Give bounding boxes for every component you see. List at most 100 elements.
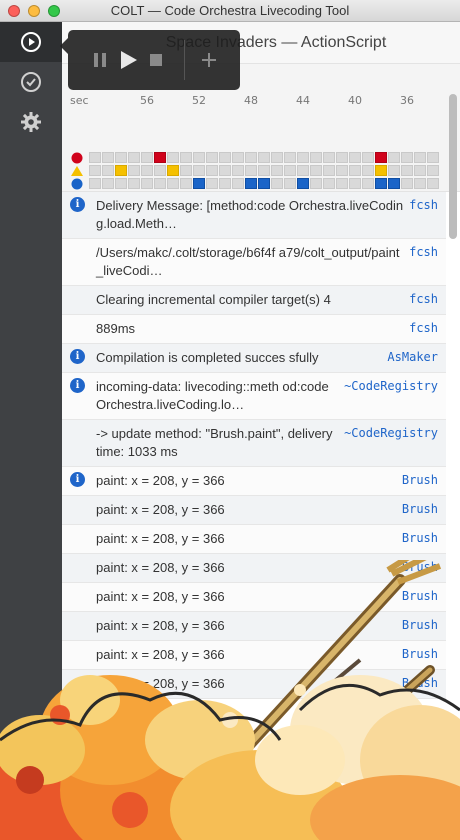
log-source-link[interactable]: ~CodeRegistry <box>338 373 438 393</box>
red-circle-icon <box>71 152 83 164</box>
log-entry[interactable]: Clearing incremental compiler target(s) … <box>62 286 446 315</box>
timeline-markers <box>70 152 86 197</box>
timeline-cell <box>323 165 335 176</box>
log-entry[interactable]: i paint: x = 208, y = 366 Brush <box>62 467 446 496</box>
timeline-cell <box>219 178 231 189</box>
timeline-event-cell[interactable] <box>375 152 387 163</box>
log-entry[interactable]: paint: x = 208, y = 366 Brush <box>62 670 446 699</box>
scrollbar-thumb[interactable] <box>449 94 457 239</box>
pause-button[interactable] <box>86 40 114 80</box>
log-message: paint: x = 208, y = 366 <box>96 647 225 662</box>
log-scrollbar[interactable] <box>448 66 458 840</box>
log-source-link[interactable]: Brush <box>396 641 438 661</box>
timeline-cell <box>206 165 218 176</box>
log-source-link[interactable]: Brush <box>396 496 438 516</box>
timeline-cell <box>401 178 413 189</box>
log-entry[interactable]: 889ms fcsh <box>62 315 446 344</box>
log-entry[interactable]: paint: x = 208, y = 366 Brush <box>62 641 446 670</box>
log-source-link[interactable]: fcsh <box>403 315 438 335</box>
log-icon-slot <box>70 315 96 320</box>
stop-button[interactable] <box>142 40 170 80</box>
log-icon-slot <box>70 583 96 588</box>
timeline-cell <box>336 152 348 163</box>
log-source-link[interactable]: Brush <box>396 670 438 690</box>
timeline-event-cell[interactable] <box>375 165 387 176</box>
log-icon-slot <box>70 554 96 559</box>
log-source-link[interactable]: Brush <box>396 583 438 603</box>
close-window-button[interactable] <box>8 4 20 17</box>
timeline-event-cell[interactable] <box>258 178 270 189</box>
timeline-event-cell[interactable] <box>154 152 166 163</box>
log-message: paint: x = 208, y = 366 <box>96 531 225 546</box>
log-source-link[interactable]: fcsh <box>403 239 438 259</box>
log-source-link[interactable]: AsMaker <box>381 344 438 364</box>
sidebar-item-settings[interactable] <box>0 102 62 142</box>
log-message: Clearing incremental compiler target(s) … <box>96 292 331 307</box>
timeline-cell <box>193 165 205 176</box>
log-entry[interactable]: paint: x = 208, y = 366 Brush <box>62 554 446 583</box>
playback-controls <box>60 30 240 90</box>
timeline-row <box>89 165 440 178</box>
timeline-cell <box>206 152 218 163</box>
timeline-cell <box>245 152 257 163</box>
timeline-grid[interactable] <box>89 152 440 191</box>
timeline-cell <box>89 165 101 176</box>
timeline-cell <box>349 178 361 189</box>
timeline-cell <box>89 178 101 189</box>
timeline-cell <box>271 178 283 189</box>
log-icon-slot <box>70 239 96 244</box>
timeline-cell <box>284 152 296 163</box>
add-button[interactable] <box>195 40 223 80</box>
timeline-event-cell[interactable] <box>167 165 179 176</box>
log-entry[interactable]: i incoming-data: livecoding::meth od:code… <box>62 373 446 420</box>
timeline-tick: 40 <box>348 94 362 107</box>
log-entry[interactable]: i Delivery Message: [method:code Orchestr… <box>62 192 446 239</box>
timeline-cell <box>128 152 140 163</box>
timeline-cell <box>154 165 166 176</box>
timeline-event-cell[interactable] <box>245 178 257 189</box>
log-source-link[interactable]: ~CodeRegistry <box>338 420 438 440</box>
minimize-window-button[interactable] <box>28 4 40 17</box>
log-icon-slot <box>70 641 96 646</box>
log-source-link[interactable]: Brush <box>396 525 438 545</box>
timeline-cell <box>128 178 140 189</box>
log-message: paint: x = 208, y = 366 <box>96 589 225 604</box>
timeline-cell <box>414 178 426 189</box>
sidebar-item-run[interactable] <box>0 22 62 62</box>
log-source-link[interactable]: Brush <box>396 612 438 632</box>
timeline-event-cell[interactable] <box>375 178 387 189</box>
timeline-cell <box>388 152 400 163</box>
timeline-event-cell[interactable] <box>115 165 127 176</box>
timeline-tick: 36 <box>400 94 414 107</box>
timeline-event-cell[interactable] <box>297 178 309 189</box>
log-entry[interactable]: /Users/makc/.colt/storage/b6f4f a79/colt… <box>62 239 446 286</box>
log-source-link[interactable]: fcsh <box>403 192 438 212</box>
timeline-cell <box>336 165 348 176</box>
log-message: paint: x = 208, y = 366 <box>96 618 225 633</box>
timeline-event-cell[interactable] <box>193 178 205 189</box>
zoom-window-button[interactable] <box>48 4 60 17</box>
log-message: Compilation is completed succes sfully <box>96 350 319 365</box>
timeline-cell <box>362 165 374 176</box>
log-entry[interactable]: paint: x = 208, y = 366 Brush <box>62 583 446 612</box>
log-entry[interactable]: i Compilation is completed succes sfully A… <box>62 344 446 373</box>
timeline-unit-label: sec <box>70 94 89 107</box>
timeline-event-cell[interactable] <box>388 178 400 189</box>
log-entry[interactable]: paint: x = 208, y = 366 Brush <box>62 525 446 554</box>
timeline-tick: 48 <box>244 94 258 107</box>
log-source-link[interactable]: Brush <box>396 467 438 487</box>
timeline-marker-icons <box>71 152 83 190</box>
timeline-cell <box>115 178 127 189</box>
timeline-cell <box>297 165 309 176</box>
log-source-link[interactable]: fcsh <box>403 286 438 306</box>
log-entry[interactable]: -> update method: "Brush.paint", deliver… <box>62 420 446 467</box>
log-message: 889ms <box>96 321 136 336</box>
play-button[interactable] <box>114 40 142 80</box>
sidebar-item-production[interactable] <box>0 62 62 102</box>
log-message: -> update method: "Brush.paint", deliver… <box>96 426 333 459</box>
log-entry[interactable]: paint: x = 208, y = 366 Brush <box>62 496 446 525</box>
log-entry[interactable]: paint: x = 208, y = 366 Brush <box>62 612 446 641</box>
info-icon: i <box>70 378 85 393</box>
timeline-cell <box>362 152 374 163</box>
log-source-link[interactable]: Brush <box>396 554 438 574</box>
